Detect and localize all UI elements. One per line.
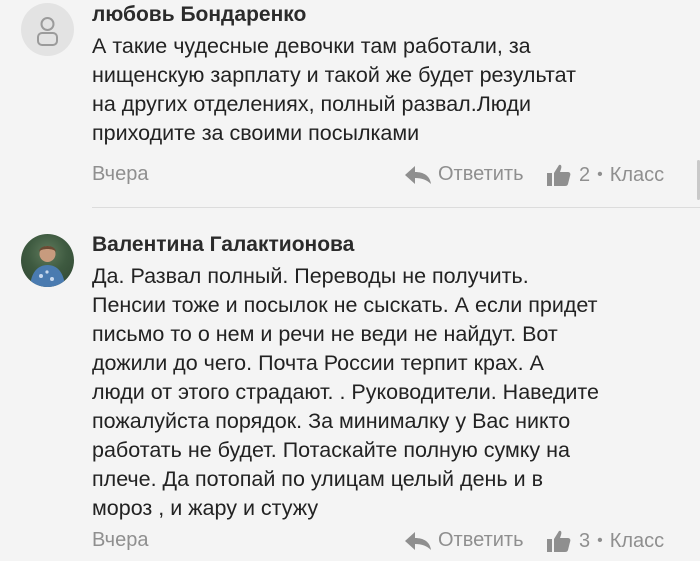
comment-date: Вчера — [92, 163, 149, 185]
like-button[interactable]: 2 • Класс — [546, 163, 664, 187]
class-label: Класс — [609, 529, 665, 552]
reply-button[interactable]: Ответить — [403, 529, 524, 552]
reply-arrow-icon — [405, 165, 431, 184]
reply-button[interactable]: Ответить — [403, 163, 524, 186]
comment-text: Да. Развал полный. Переводы не получить.… — [92, 264, 599, 520]
comment-author[interactable]: любовь Бондаренко — [92, 3, 306, 27]
thumbs-up-icon — [547, 530, 571, 552]
class-label: Класс — [609, 163, 665, 186]
reply-label: Ответить — [438, 163, 524, 185]
separator-dot: • — [597, 532, 603, 549]
reply-label: Ответить — [438, 529, 524, 551]
user-photo-avatar — [30, 246, 65, 287]
reply-arrow-icon — [405, 531, 431, 550]
comment-date: Вчера — [92, 529, 149, 551]
comment-divider — [92, 207, 700, 208]
like-button[interactable]: 3 • Класс — [546, 529, 664, 553]
comment-text: А такие чудесные девочки там работали, з… — [92, 34, 576, 145]
user-placeholder-icon — [37, 17, 58, 46]
comment-author[interactable]: Валентина Галактионова — [92, 233, 354, 257]
avatar[interactable] — [21, 234, 74, 287]
like-count: 3 — [579, 529, 591, 552]
avatar[interactable] — [21, 3, 74, 56]
comment-meta: Вчера Ответить 3 • Класс — [0, 529, 700, 557]
comment-meta: Вчера Ответить 2 • Класс — [0, 163, 700, 191]
separator-dot: • — [597, 166, 603, 183]
thumbs-up-icon — [547, 164, 571, 186]
like-count: 2 — [579, 163, 591, 186]
